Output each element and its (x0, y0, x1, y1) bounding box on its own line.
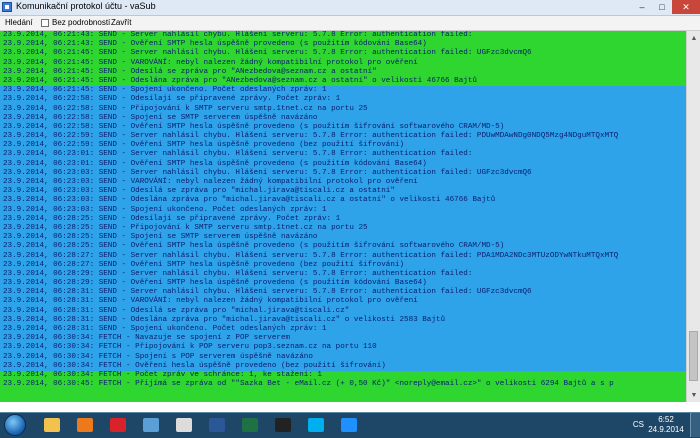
log-row[interactable]: 23.9.2014, 06:28:25: SEND - Připojování … (0, 223, 686, 234)
window-title: Komunikační protokol účtu - vaSub (16, 1, 156, 11)
word-icon (209, 418, 225, 432)
media-player-taskbar-button[interactable] (71, 415, 99, 435)
log-list[interactable]: 23.9.2014, 06:21:43: SEND - Server nahlá… (0, 31, 686, 402)
mail-taskbar-button[interactable] (335, 415, 363, 435)
word-taskbar-button[interactable] (203, 415, 231, 435)
opera-icon (110, 418, 126, 432)
start-button[interactable] (4, 414, 26, 436)
maximize-button[interactable]: □ (652, 0, 672, 14)
log-row[interactable]: 23.9.2014, 06:21:45: SEND - Odeslána zpr… (0, 76, 686, 87)
log-row[interactable]: 23.9.2014, 06:21:45: SEND - Spojení ukon… (0, 86, 686, 96)
log-row[interactable]: 23.9.2014, 06:22:58: SEND - Ověření SMTP… (0, 122, 686, 133)
log-row[interactable]: 23.9.2014, 06:21:45: SEND - Odesílá se z… (0, 67, 686, 77)
log-row[interactable]: 23.9.2014, 06:30:34: FETCH - Navazuje se… (0, 334, 686, 344)
log-row[interactable]: 23.9.2014, 06:28:31: SEND - VAROVÁNÍ: ne… (0, 297, 686, 307)
log-row[interactable]: 23.9.2014, 06:22:59: SEND - Server nahlá… (0, 132, 686, 142)
thunderbird-taskbar-button[interactable] (137, 415, 165, 435)
thunderbird-icon (143, 418, 159, 432)
log-row[interactable]: 23.9.2014, 06:22:58: SEND - Odesílají se… (0, 95, 686, 105)
show-desktop-button[interactable] (690, 413, 700, 437)
close-log-label: Zavřít (111, 18, 132, 27)
vertical-scrollbar[interactable]: ▲ ▼ (686, 31, 700, 402)
scroll-down-icon[interactable]: ▼ (688, 389, 700, 401)
log-row[interactable]: 23.9.2014, 06:23:03: SEND - Odesílá se z… (0, 187, 686, 197)
log-row[interactable]: 23.9.2014, 06:23:03: SEND - Odeslána zpr… (0, 196, 686, 206)
vasub-taskbar-button[interactable] (269, 415, 297, 435)
log-row[interactable]: 23.9.2014, 06:28:29: SEND - Server nahlá… (0, 269, 686, 280)
log-row[interactable]: 23.9.2014, 06:21:43: SEND - Server nahlá… (0, 31, 686, 41)
log-row[interactable]: 23.9.2014, 06:28:25: SEND - Spojení se S… (0, 233, 686, 243)
app-taskbar-button[interactable] (170, 415, 198, 435)
log-row[interactable]: 23.9.2014, 06:28:27: SEND - Server nahlá… (0, 251, 686, 261)
log-row[interactable]: 23.9.2014, 06:21:45: SEND - Server nahlá… (0, 49, 686, 59)
no-details-label: Bez podrobností (52, 18, 111, 27)
minimize-button[interactable]: – (632, 0, 652, 14)
window-controls: – □ ✕ (632, 0, 700, 15)
close-log-button[interactable]: Zavřít (111, 17, 131, 29)
toolbar: Hledání Bez podrobností Zavřít (0, 16, 700, 31)
opera-taskbar-button[interactable] (104, 415, 132, 435)
mail-icon (341, 418, 357, 432)
log-row[interactable]: 23.9.2014, 06:23:03: SEND - Spojení ukon… (0, 205, 686, 215)
log-row[interactable]: 23.9.2014, 06:22:58: SEND - Spojení se S… (0, 113, 686, 123)
skype-taskbar-button[interactable] (302, 415, 330, 435)
media-player-icon (77, 418, 93, 432)
log-row[interactable]: 23.9.2014, 06:23:01: SEND - Ověření SMTP… (0, 159, 686, 169)
explorer-taskbar-button[interactable] (38, 415, 66, 435)
log-row[interactable]: 23.9.2014, 06:30:34: FETCH - Spojení s P… (0, 352, 686, 362)
clock[interactable]: 6:52 24.9.2014 (646, 415, 686, 435)
no-details-checkbox[interactable]: Bez podrobností (41, 17, 110, 29)
log-row[interactable]: 23.9.2014, 06:30:34: FETCH - Připojování… (0, 343, 686, 353)
scroll-up-icon[interactable]: ▲ (688, 32, 700, 44)
app-icon (2, 2, 12, 12)
log-row[interactable]: 23.9.2014, 06:30:34: FETCH - Počet zpráv… (0, 370, 686, 381)
search-label: Hledání (5, 18, 33, 27)
language-indicator[interactable]: CS (633, 420, 644, 429)
log-row[interactable]: 23.9.2014, 06:28:31: SEND - Odesílá se z… (0, 306, 686, 316)
excel-taskbar-button[interactable] (236, 415, 264, 435)
skype-icon (308, 418, 324, 432)
app-icon (176, 418, 192, 432)
checkbox-icon[interactable] (41, 18, 49, 27)
explorer-icon (44, 418, 60, 432)
log-row[interactable]: 23.9.2014, 06:23:03: SEND - Server nahlá… (0, 168, 686, 178)
title-bar: Komunikační protokol účtu - vaSub – □ ✕ (0, 0, 700, 16)
vasub-icon (275, 418, 291, 432)
taskbar: CS 6:52 24.9.2014 (0, 412, 700, 438)
log-row[interactable]: 23.9.2014, 06:28:27: SEND - Ověření SMTP… (0, 260, 686, 270)
log-row[interactable]: 23.9.2014, 06:23:03: SEND - VAROVÁNÍ: ne… (0, 178, 686, 188)
log-row[interactable]: 23.9.2014, 06:28:29: SEND - Ověření SMTP… (0, 279, 686, 289)
log-row[interactable]: 23.9.2014, 06:21:45: SEND - VAROVÁNÍ: ne… (0, 58, 686, 68)
excel-icon (242, 418, 258, 432)
log-row[interactable]: 23.9.2014, 06:28:25: SEND - Ověření SMTP… (0, 242, 686, 252)
log-row[interactable]: 23.9.2014, 06:28:25: SEND - Odesílají se… (0, 214, 686, 224)
close-button[interactable]: ✕ (672, 0, 700, 14)
log-row[interactable]: 23.9.2014, 06:30:34: FETCH - Ověření hes… (0, 361, 686, 371)
search-button[interactable]: Hledání (5, 17, 33, 29)
log-row[interactable]: 23.9.2014, 06:28:31: SEND - Odeslána zpr… (0, 315, 686, 325)
log-row[interactable]: 23.9.2014, 06:23:01: SEND - Server nahlá… (0, 150, 686, 160)
clock-time: 6:52 (658, 415, 674, 424)
log-row[interactable]: 23.9.2014, 06:22:59: SEND - Ověření SMTP… (0, 141, 686, 151)
log-row[interactable]: 23.9.2014, 06:30:45: FETCH - Přijímá se … (0, 380, 686, 390)
scrollbar-thumb[interactable] (689, 331, 698, 381)
log-row[interactable]: 23.9.2014, 06:22:58: SEND - Připojování … (0, 104, 686, 114)
log-row[interactable]: 23.9.2014, 06:28:31: SEND - Spojení ukon… (0, 325, 686, 335)
clock-date: 24.9.2014 (648, 425, 684, 434)
log-row[interactable]: 23.9.2014, 06:21:43: SEND - Ověření SMTP… (0, 40, 686, 50)
